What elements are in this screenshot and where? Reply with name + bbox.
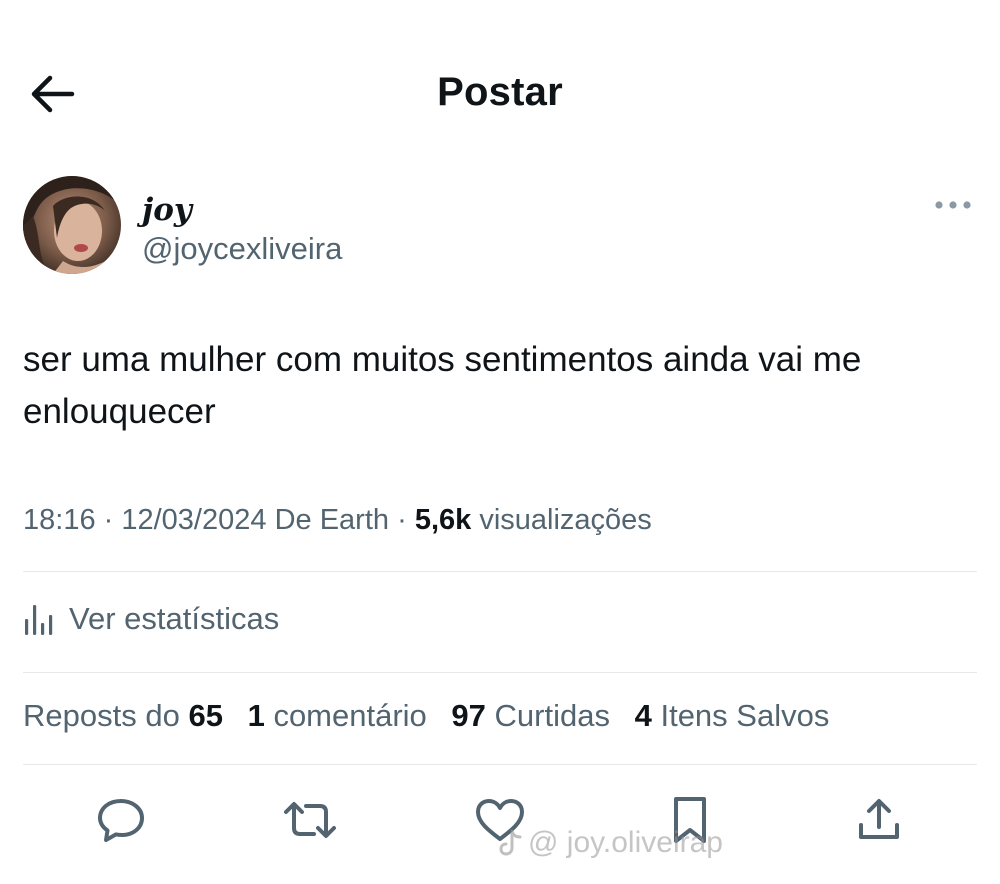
tweet-source: De Earth [274, 504, 390, 536]
views-label: visualizações [479, 504, 652, 536]
repost-icon [284, 802, 336, 838]
likes-count-link[interactable]: 97 Curtidas [451, 698, 610, 733]
tweet-time[interactable]: 18:16 [23, 504, 96, 536]
watermark-text: @ joy.oliveirap [528, 826, 723, 859]
divider [23, 672, 977, 673]
tweet-date[interactable]: 12/03/2024 [121, 504, 266, 536]
more-horizontal-icon [935, 201, 971, 209]
top-bar: Postar [0, 58, 1000, 128]
saves-count: 4 [634, 698, 652, 733]
tweet-text: ser uma mulher com muitos sentimentos ai… [23, 340, 862, 431]
reply-icon [98, 799, 144, 842]
analytics-bars-icon [25, 605, 53, 635]
view-stats-label: Ver estatísticas [69, 601, 280, 636]
meta-separator: · [103, 504, 122, 536]
comments-count: 1 [247, 698, 265, 733]
watermark: @ joy.oliveirap [498, 826, 723, 860]
meta-separator: · [397, 504, 415, 536]
saves-label: Itens Salvos [660, 698, 830, 733]
tiktok-icon [499, 829, 522, 856]
comments-label: comentário [273, 698, 427, 733]
divider [23, 571, 977, 572]
divider [23, 764, 977, 765]
reply-button[interactable] [91, 790, 151, 850]
share-button[interactable] [849, 790, 909, 850]
user-handle[interactable]: @joycexliveira [142, 231, 342, 267]
likes-label: Curtidas [494, 698, 610, 733]
engagement-row: Reposts do 65 1 comentário 97 Curtidas 4… [23, 698, 977, 734]
reposts-label: Reposts do [23, 698, 180, 733]
tweet-meta: 18:16 · 12/03/2024 De Earth · 5,6k visua… [23, 504, 973, 537]
reposts-count: 65 [188, 698, 223, 733]
comments-count-link[interactable]: 1 comentário [248, 698, 427, 733]
reposts-count-link[interactable]: Reposts do 65 [23, 698, 223, 733]
author-row: joy @joycexliveira [23, 176, 977, 276]
display-name[interactable]: joy [142, 192, 192, 228]
repost-button[interactable] [280, 790, 340, 850]
share-icon [859, 799, 899, 839]
view-stats-link[interactable]: Ver estatísticas [23, 598, 279, 640]
more-button[interactable] [933, 194, 973, 216]
page-title: Postar [437, 70, 563, 114]
views-count: 5,6k [414, 504, 472, 536]
avatar[interactable] [23, 176, 121, 274]
saves-count-link[interactable]: 4 Itens Salvos [635, 698, 830, 733]
likes-count: 97 [451, 698, 486, 733]
